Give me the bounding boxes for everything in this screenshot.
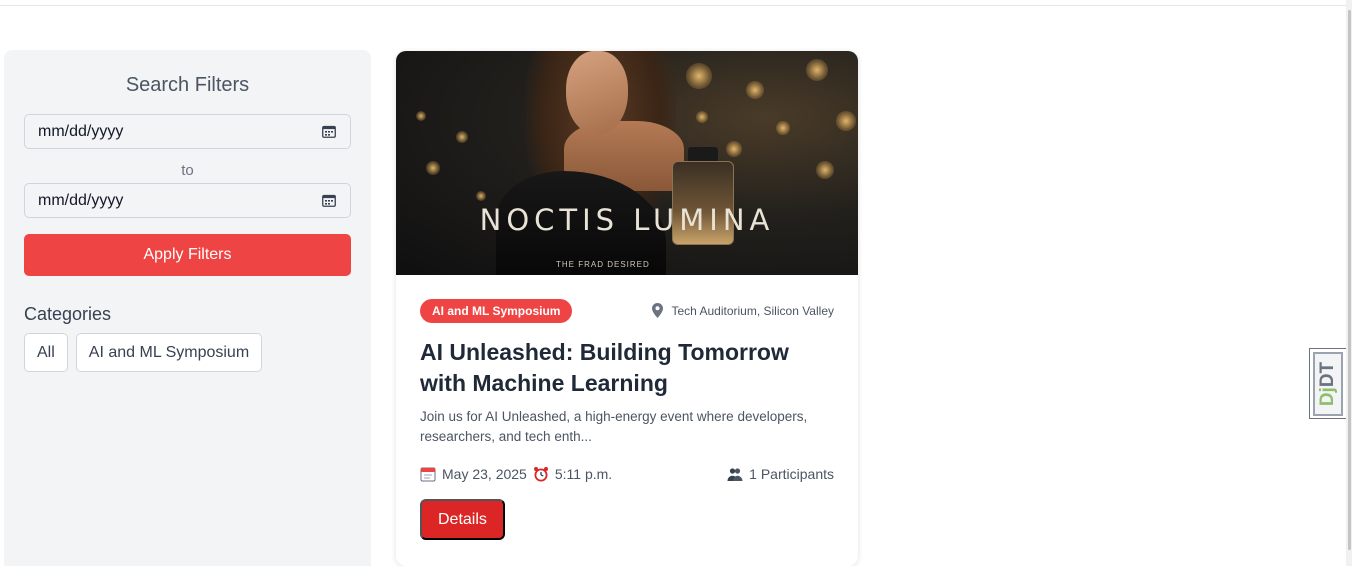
date-to-placeholder: mm/dd/yyyy [38, 191, 124, 209]
scrollbar-thumb[interactable] [1348, 10, 1351, 550]
alarm-clock-icon [533, 467, 548, 482]
event-location: Tech Auditorium, Silicon Valley [652, 303, 834, 318]
calendar-icon[interactable] [322, 194, 336, 207]
hero-tagline: THE FRAD DESIRED [556, 260, 650, 269]
participants-count: 1 Participants [749, 466, 834, 482]
debug-toolbar-handle[interactable]: DjDT [1309, 348, 1346, 419]
participants-icon [727, 468, 743, 481]
categories-heading: Categories [24, 304, 112, 324]
date-to-input[interactable]: mm/dd/yyyy [24, 183, 351, 218]
map-pin-icon [652, 303, 664, 318]
event-time: 5:11 p.m. [554, 466, 613, 482]
event-location-text: Tech Auditorium, Silicon Valley [671, 303, 834, 318]
category-badge[interactable]: AI and ML Symposium [420, 299, 573, 323]
category-list: All AI and ML Symposium [24, 333, 263, 372]
details-button[interactable]: Details [420, 499, 505, 540]
debug-toolbar-label: DjDT [1317, 361, 1339, 406]
date-range-to-label: to [181, 162, 194, 179]
search-filters-sidebar: Search Filters mm/dd/yyyy to mm/dd/yyyy … [4, 50, 371, 566]
category-chip-all[interactable]: All [24, 333, 68, 372]
event-title[interactable]: AI Unleashed: Building Tomorrow with Mac… [420, 337, 834, 399]
event-date: May 23, 2025 [442, 466, 527, 482]
date-from-input[interactable]: mm/dd/yyyy [24, 114, 351, 149]
top-divider [0, 5, 1346, 6]
calendar-icon[interactable] [322, 125, 336, 138]
apply-filters-button[interactable]: Apply Filters [24, 234, 351, 276]
date-icon [420, 467, 436, 482]
hero-brand-text: NOCTIS LUMINA [479, 203, 775, 237]
event-meta: May 23, 2025 5:11 p.m. 1 Participants [420, 464, 834, 484]
event-description: Join us for AI Unleashed, a high-energy … [420, 409, 808, 444]
event-card: NOCTIS LUMINA THE FRAD DESIRED AI and ML… [396, 51, 858, 566]
event-hero-image: NOCTIS LUMINA THE FRAD DESIRED [396, 51, 858, 275]
category-chip-ai-ml-symposium[interactable]: AI and ML Symposium [75, 333, 263, 372]
date-from-placeholder: mm/dd/yyyy [38, 122, 124, 140]
sidebar-title: Search Filters [125, 74, 250, 96]
